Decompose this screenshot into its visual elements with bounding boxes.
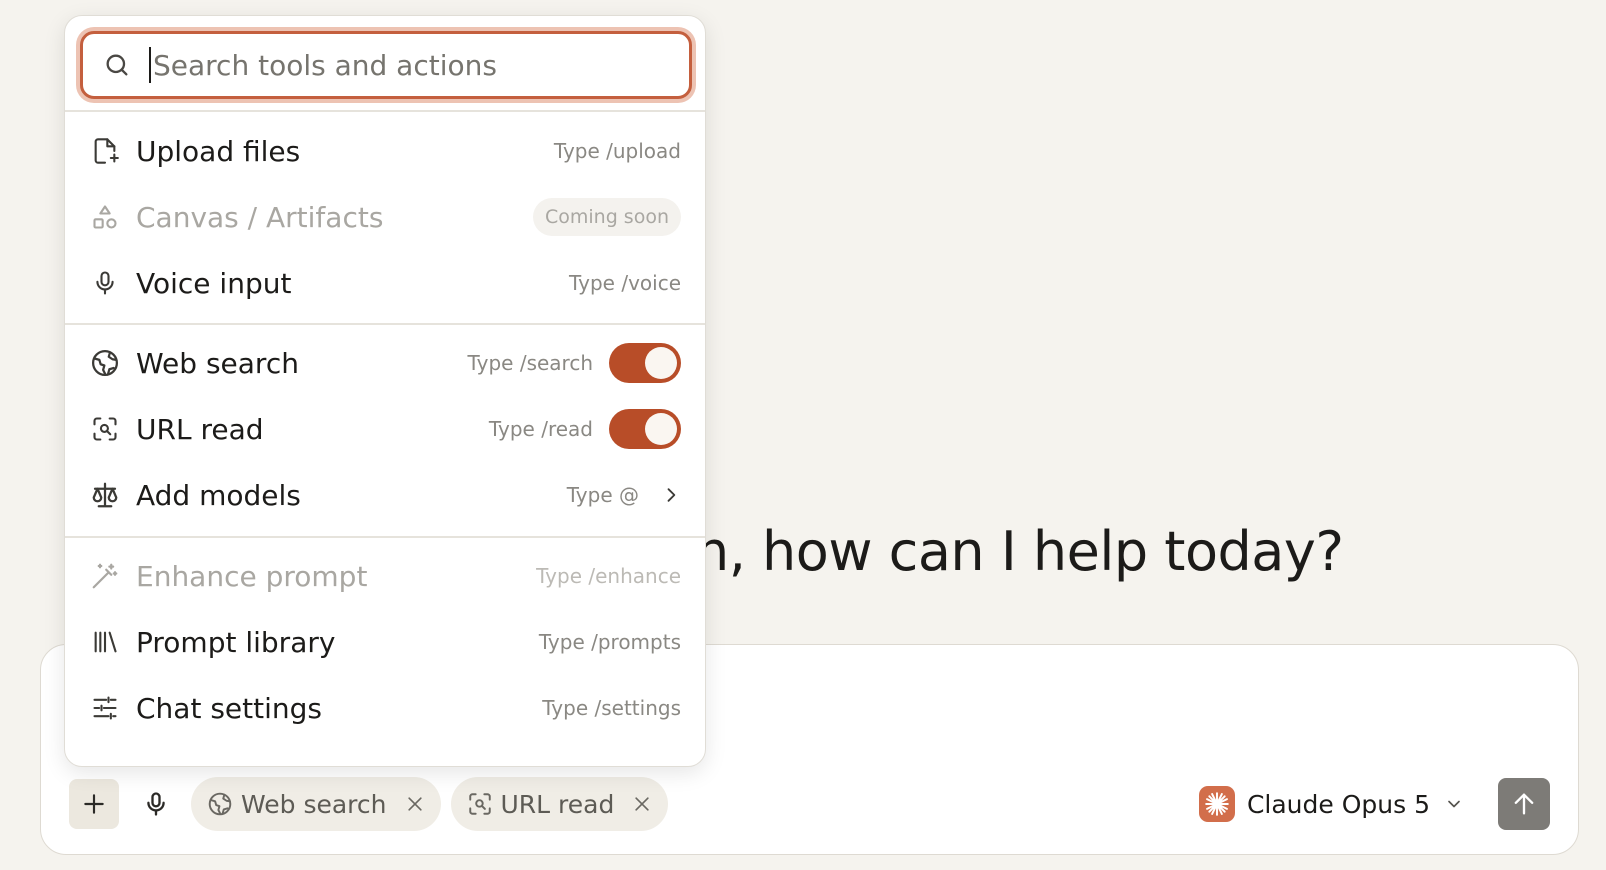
menu-item-voice-input[interactable]: Voice input Type /voice (65, 250, 705, 316)
menu-item-label: Web search (136, 346, 299, 380)
shortcut-hint: Type /prompts (538, 630, 681, 654)
menu-item-label: Add models (136, 478, 301, 512)
menu-divider (65, 110, 705, 112)
coming-soon-badge: Coming soon (532, 198, 681, 236)
menu-item-label: URL read (136, 412, 264, 446)
magic-wand-icon (89, 560, 121, 592)
menu-item-label: Canvas / Artifacts (136, 200, 384, 234)
menu-item-prompt-library[interactable]: Prompt library Type /prompts (65, 609, 705, 675)
web-search-toggle[interactable] (609, 343, 681, 383)
shortcut-hint: Type /upload (553, 139, 681, 163)
menu-item-url-read[interactable]: URL read Type /read (65, 396, 705, 462)
scan-search-icon (468, 793, 491, 815)
greeting-text: n, how can I help today? (695, 520, 1344, 583)
menu-item-label: Prompt library (136, 625, 336, 659)
model-logo (1198, 786, 1235, 822)
chevron-down-icon (1448, 800, 1460, 808)
model-label: Claude Opus 5 (1246, 789, 1430, 819)
text-caret (149, 47, 151, 83)
menu-item-add-models[interactable]: Add models Type @ (65, 462, 705, 528)
shortcut-hint: Type /enhance (536, 564, 681, 588)
shortcut-hint: Type /search (467, 351, 593, 375)
tools-menu: Upload files Type /upload Canvas / Artif… (64, 15, 706, 767)
menu-item-label: Enhance prompt (136, 559, 368, 593)
globe-icon (89, 347, 121, 379)
menu-item-chat-settings[interactable]: Chat settings Type /settings (65, 675, 705, 741)
chip-label: URL read (500, 789, 615, 819)
arrow-up-icon (1514, 793, 1534, 815)
close-icon[interactable] (405, 794, 425, 814)
menu-divider (65, 536, 705, 538)
chevron-right-icon (667, 488, 676, 502)
voice-input-button[interactable] (131, 779, 181, 829)
scale-icon (89, 479, 121, 511)
menu-item-label: Upload files (136, 134, 301, 168)
model-selector[interactable]: Claude Opus 5 (1198, 786, 1464, 822)
file-plus-icon (89, 135, 121, 167)
microphone-icon (89, 267, 121, 299)
menu-divider (65, 323, 705, 325)
sparkle-icon (1205, 792, 1229, 816)
url-read-toggle[interactable] (609, 409, 681, 449)
microphone-icon (147, 792, 165, 816)
menu-item-enhance-prompt: Enhance prompt Type /enhance (65, 543, 705, 609)
close-icon[interactable] (632, 794, 652, 814)
search-input[interactable] (153, 48, 633, 82)
shortcut-hint: Type /read (488, 417, 593, 441)
chip-url-read[interactable]: URL read (450, 777, 669, 831)
shortcut-hint: Type /settings (542, 696, 681, 720)
send-button[interactable] (1498, 778, 1550, 830)
shortcut-hint: Type @ (566, 483, 639, 507)
search-box[interactable] (80, 31, 692, 99)
menu-item-upload-files[interactable]: Upload files Type /upload (65, 118, 705, 184)
chip-web-search[interactable]: Web search (191, 777, 441, 831)
menu-item-label: Voice input (136, 266, 292, 300)
chip-label: Web search (241, 789, 387, 819)
add-tools-button[interactable] (69, 779, 119, 829)
library-icon (89, 626, 121, 658)
menu-item-label: Chat settings (136, 691, 322, 725)
globe-icon (208, 792, 232, 816)
plus-icon (84, 794, 104, 814)
search-icon (106, 54, 128, 76)
shapes-icon (89, 201, 121, 233)
sliders-icon (89, 692, 121, 724)
composer-toolbar: Web search URL read Claude Opus 5 (69, 776, 1550, 832)
scan-search-icon (89, 413, 121, 445)
shortcut-hint: Type /voice (569, 271, 681, 295)
menu-item-canvas-artifacts: Canvas / Artifacts Coming soon (65, 184, 705, 250)
menu-item-web-search[interactable]: Web search Type /search (65, 330, 705, 396)
